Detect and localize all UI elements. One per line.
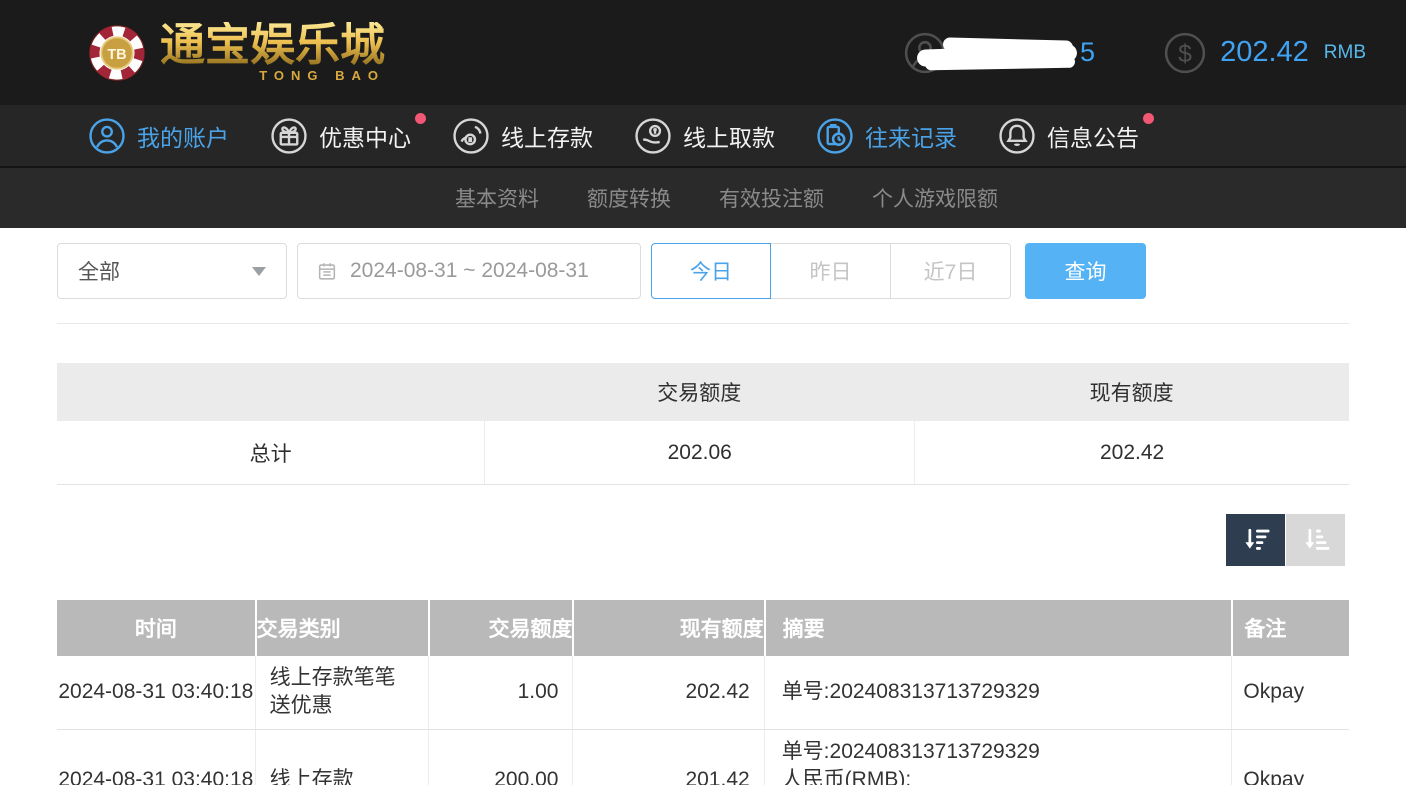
quick-range-last7days[interactable]: 近7日 bbox=[891, 243, 1011, 299]
summary-header-empty bbox=[57, 363, 484, 421]
summary-balance-total: 202.42 bbox=[914, 421, 1349, 484]
cell-remark: Okpay bbox=[1231, 730, 1349, 785]
summary-header-row: 交易额度 现有额度 bbox=[57, 363, 1349, 421]
account-subnav: 基本资料 额度转换 有效投注额 个人游戏限额 bbox=[0, 168, 1406, 228]
redaction-scribble bbox=[943, 37, 1073, 54]
date-range-input[interactable]: 2024-08-31 ~ 2024-08-31 bbox=[297, 243, 641, 299]
cell-balance: 201.42 bbox=[572, 730, 763, 785]
main-nav: 我的账户 优惠中心 线上存款 bbox=[0, 105, 1406, 168]
username-redacted: 5 bbox=[955, 33, 1095, 73]
nav-label: 线上取款 bbox=[683, 119, 775, 153]
top-header: TB 通宝娱乐城 TONG BAO 5 bbox=[0, 0, 1406, 105]
notification-badge-dot bbox=[415, 113, 426, 124]
sort-controls bbox=[57, 514, 1349, 566]
notification-badge-dot bbox=[1143, 113, 1154, 124]
nav-label: 信息公告 bbox=[1047, 119, 1139, 153]
balance-amount: 202.42 bbox=[1220, 36, 1309, 69]
cell-summary: 单号:202408313713729329 bbox=[764, 656, 1232, 729]
query-button[interactable]: 查询 bbox=[1025, 243, 1146, 299]
nav-label: 线上存款 bbox=[501, 119, 593, 153]
cell-summary: 单号:202408313713729329 人民币(RMB): 200 bbox=[764, 730, 1232, 785]
balance-display[interactable]: $ 202.42 RMB bbox=[1163, 31, 1366, 75]
deposit-icon bbox=[452, 117, 490, 155]
column-header-summary: 摘要 bbox=[764, 600, 1232, 656]
table-row: 2024-08-31 03:40:18 线上存款 200.00 201.42 单… bbox=[57, 730, 1349, 785]
quick-range-group: 今日 昨日 近7日 bbox=[651, 243, 1011, 299]
username-visible-fragment: 5 bbox=[1080, 37, 1095, 68]
select-value: 全部 bbox=[78, 256, 120, 286]
svg-text:TB: TB bbox=[107, 47, 126, 63]
sort-ascending-icon bbox=[1300, 524, 1332, 556]
brand-name: 通宝娱乐城 bbox=[160, 22, 385, 67]
nav-item-announcements[interactable]: 信息公告 bbox=[998, 117, 1147, 155]
nav-item-my-account[interactable]: 我的账户 bbox=[88, 117, 237, 155]
summary-total-label: 总计 bbox=[57, 421, 484, 484]
sort-descending-icon bbox=[1240, 524, 1272, 556]
summary-total-row: 总计 202.06 202.42 bbox=[57, 421, 1349, 485]
cell-balance: 202.42 bbox=[572, 656, 763, 729]
chevron-down-icon bbox=[252, 267, 266, 276]
column-header-time: 时间 bbox=[57, 600, 255, 656]
dollar-icon: $ bbox=[1163, 31, 1207, 75]
date-range-value: 2024-08-31 ~ 2024-08-31 bbox=[350, 259, 589, 283]
poker-chip-logo-icon: TB bbox=[88, 24, 146, 82]
svg-text:$: $ bbox=[1178, 41, 1192, 68]
records-header-row: 时间 交易类别 交易额度 现有额度 摘要 备注 bbox=[57, 600, 1349, 656]
gift-icon bbox=[270, 117, 308, 155]
subnav-valid-bets[interactable]: 有效投注额 bbox=[719, 183, 824, 213]
summary-header-balance: 现有额度 bbox=[914, 363, 1349, 421]
cell-time: 2024-08-31 03:40:18 bbox=[57, 730, 255, 785]
subnav-basic-info[interactable]: 基本资料 bbox=[455, 183, 539, 213]
cell-time: 2024-08-31 03:40:18 bbox=[57, 656, 255, 729]
column-header-remark: 备注 bbox=[1231, 600, 1349, 656]
filter-row: 全部 2024-08-31 ~ 2024-08-31 今日 昨日 近7日 查询 bbox=[57, 243, 1349, 299]
sort-ascending-button[interactable] bbox=[1286, 514, 1345, 566]
summary-transaction-total: 202.06 bbox=[484, 421, 914, 484]
column-header-type: 交易类别 bbox=[255, 600, 429, 656]
records-icon bbox=[816, 117, 854, 155]
section-divider bbox=[57, 323, 1349, 324]
brand-subtitle: TONG BAO bbox=[259, 68, 385, 83]
transaction-type-select[interactable]: 全部 bbox=[57, 243, 287, 299]
nav-label: 往来记录 bbox=[865, 119, 957, 153]
main-content: 全部 2024-08-31 ~ 2024-08-31 今日 昨日 近7日 查询 bbox=[0, 243, 1406, 785]
nav-label: 优惠中心 bbox=[319, 119, 411, 153]
withdraw-icon bbox=[634, 117, 672, 155]
subnav-personal-game-limits[interactable]: 个人游戏限额 bbox=[872, 183, 998, 213]
quick-range-today[interactable]: 今日 bbox=[651, 243, 771, 299]
balance-currency: RMB bbox=[1324, 42, 1366, 64]
redaction-scribble bbox=[925, 55, 1075, 70]
user-account[interactable]: 5 bbox=[903, 31, 1095, 75]
user-icon bbox=[88, 117, 126, 155]
summary-header-transaction: 交易额度 bbox=[484, 363, 914, 421]
quick-range-yesterday[interactable]: 昨日 bbox=[771, 243, 891, 299]
cell-type: 线上存款笔笔送优惠 bbox=[255, 656, 429, 729]
cell-remark: Okpay bbox=[1231, 656, 1349, 729]
calendar-icon bbox=[316, 260, 338, 282]
bell-icon bbox=[998, 117, 1036, 155]
site-logo[interactable]: TB 通宝娱乐城 TONG BAO bbox=[88, 22, 385, 83]
sort-descending-button[interactable] bbox=[1226, 514, 1285, 566]
nav-item-promotions[interactable]: 优惠中心 bbox=[270, 117, 419, 155]
nav-item-transaction-records[interactable]: 往来记录 bbox=[816, 117, 965, 155]
column-header-amount: 交易额度 bbox=[428, 600, 572, 656]
records-table: 时间 交易类别 交易额度 现有额度 摘要 备注 2024-08-31 03:40… bbox=[57, 600, 1349, 785]
user-area: 5 $ 202.42 RMB bbox=[903, 31, 1366, 75]
table-row: 2024-08-31 03:40:18 线上存款笔笔送优惠 1.00 202.4… bbox=[57, 656, 1349, 730]
nav-item-online-deposit[interactable]: 线上存款 bbox=[452, 117, 601, 155]
brand-block: 通宝娱乐城 TONG BAO bbox=[160, 22, 385, 83]
summary-table: 交易额度 现有额度 总计 202.06 202.42 bbox=[57, 363, 1349, 485]
cell-type: 线上存款 bbox=[255, 730, 429, 785]
subnav-credit-transfer[interactable]: 额度转换 bbox=[587, 183, 671, 213]
column-header-balance: 现有额度 bbox=[572, 600, 763, 656]
nav-label: 我的账户 bbox=[137, 119, 229, 153]
cell-amount: 1.00 bbox=[428, 656, 572, 729]
cell-amount: 200.00 bbox=[428, 730, 572, 785]
nav-item-online-withdrawal[interactable]: 线上取款 bbox=[634, 117, 783, 155]
